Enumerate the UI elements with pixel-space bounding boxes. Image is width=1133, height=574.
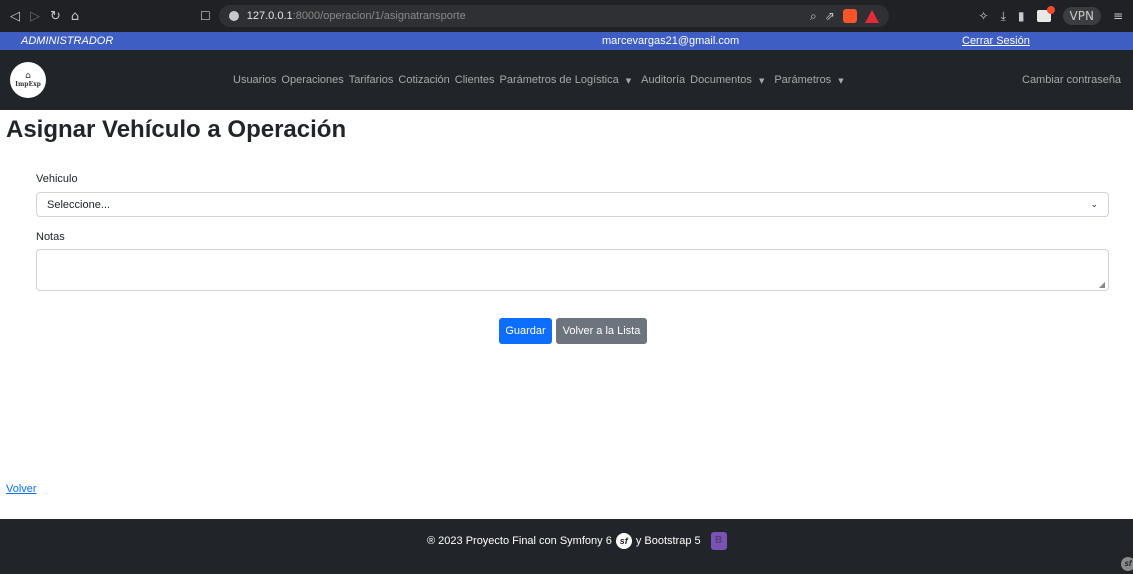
page-title: Asignar Vehículo a Operación xyxy=(6,116,347,143)
page: ◁ ▷ ↻ ⌂ ☐ 127.0.0.1:8000/operacion/1/asi… xyxy=(0,0,1133,574)
nav-menu: Usuarios Operaciones Tarifarios Cotizaci… xyxy=(233,50,854,110)
extensions-icon[interactable]: ✧ xyxy=(979,9,989,23)
back-to-list-button[interactable]: Volver a la Lista xyxy=(556,318,647,344)
wallet-icon[interactable] xyxy=(1036,6,1055,22)
user-email: marcevargas21@gmail.com xyxy=(602,35,740,47)
nav-dropdown-documentos[interactable]: Documentos ▼ xyxy=(690,74,769,86)
nav-dropdown-parametros-logistica[interactable]: Parámetros de Logística ▼ xyxy=(500,74,637,86)
browser-nav-buttons: ◁ ▷ ↻ ⌂ xyxy=(0,9,200,24)
back-icon[interactable]: ◁ xyxy=(10,9,20,24)
sidebar-icon[interactable]: ▮ xyxy=(1018,9,1025,23)
share-icon[interactable]: ⇗ xyxy=(825,9,835,23)
caret-down-icon: ▼ xyxy=(625,77,632,85)
footer-credits: ® 2023 Proyecto Final con Symfony 6 sf y… xyxy=(427,531,727,551)
save-button[interactable]: Guardar xyxy=(499,318,552,344)
site-info-icon[interactable] xyxy=(228,11,239,21)
nav-dropdown-parametros[interactable]: Parámetros ▼ xyxy=(774,74,848,86)
url-text[interactable]: 127.0.0.1:8000/operacion/1/asignatranspo… xyxy=(247,10,810,22)
nav-item-clientes[interactable]: Clientes xyxy=(455,74,495,86)
nav-item-auditoria[interactable]: Auditoría xyxy=(641,74,685,86)
vehicle-label: Vehiculo xyxy=(36,173,78,185)
brand-logo[interactable]: ⌂ ImpExp xyxy=(10,62,46,98)
change-password-link[interactable]: Cambiar contraseña xyxy=(1022,50,1121,110)
reload-icon[interactable]: ↻ xyxy=(50,9,61,24)
address-bar-icons: ⌕ ⇗ xyxy=(810,9,879,24)
nav-item-operaciones[interactable]: Operaciones xyxy=(281,74,343,86)
bookmark-icon[interactable]: ☐ xyxy=(200,9,211,23)
home-icon[interactable]: ⌂ xyxy=(71,9,79,24)
notes-label: Notas xyxy=(36,231,65,243)
footer-text-before: ® 2023 Proyecto Final con Symfony 6 xyxy=(427,535,612,547)
logout-link[interactable]: Cerrar Sesión xyxy=(962,35,1030,47)
nav-item-tarifarios[interactable]: Tarifarios xyxy=(349,74,394,86)
nav-item-documentos: Documentos xyxy=(690,74,752,86)
user-bar: ADMINISTRADOR marcevargas21@gmail.com Ce… xyxy=(0,32,1133,50)
nav-item-parametros: Parámetros xyxy=(774,74,832,86)
symfony-icon: sf xyxy=(615,533,632,549)
nav-item-usuarios[interactable]: Usuarios xyxy=(233,74,276,86)
url-path: :8000/operacion/1/asignatransporte xyxy=(292,10,466,22)
back-link[interactable]: Volver xyxy=(6,483,37,495)
vehicle-select[interactable]: Seleccione... ⌄ xyxy=(36,192,1109,217)
main-navbar: ⌂ ImpExp Usuarios Operaciones Tarifarios… xyxy=(0,50,1133,110)
user-role: ADMINISTRADOR xyxy=(21,35,114,47)
url-host: 127.0.0.1 xyxy=(246,10,293,22)
forward-icon[interactable]: ▷ xyxy=(30,9,40,24)
nav-item-parametros-logistica: Parámetros de Logística xyxy=(499,74,619,86)
menu-icon[interactable]: ≡ xyxy=(1113,9,1123,23)
brave-rewards-icon[interactable] xyxy=(864,9,879,23)
nav-item-cotizacion[interactable]: Cotización xyxy=(398,74,449,86)
chevron-down-icon: ⌄ xyxy=(1090,199,1098,210)
browser-extension-icons: ✧ ⤓ ▮ VPN ≡ xyxy=(979,6,1133,25)
vehicle-select-value: Seleccione... xyxy=(47,198,110,211)
footer: ® 2023 Proyecto Final con Symfony 6 sf y… xyxy=(0,519,1133,574)
vpn-button[interactable]: VPN xyxy=(1062,7,1101,25)
symfony-toolbar-icon[interactable]: sf xyxy=(1121,557,1133,571)
notes-textarea[interactable]: ◢ xyxy=(36,249,1109,291)
address-bar[interactable]: 127.0.0.1:8000/operacion/1/asignatranspo… xyxy=(218,5,889,27)
download-icon[interactable]: ⤓ xyxy=(1001,9,1006,24)
browser-toolbar: ◁ ▷ ↻ ⌂ ☐ 127.0.0.1:8000/operacion/1/asi… xyxy=(0,0,1133,32)
bootstrap-icon: B xyxy=(710,532,727,550)
caret-down-icon: ▼ xyxy=(758,77,765,85)
logo-text: ImpExp xyxy=(15,81,41,88)
brave-shields-icon[interactable] xyxy=(842,9,857,23)
resize-handle-icon[interactable]: ◢ xyxy=(1099,280,1105,289)
caret-down-icon: ▼ xyxy=(838,77,844,85)
footer-text-middle: y Bootstrap 5 xyxy=(635,535,701,547)
logo-building-icon: ⌂ xyxy=(25,71,31,81)
zoom-icon[interactable]: ⌕ xyxy=(810,9,817,24)
